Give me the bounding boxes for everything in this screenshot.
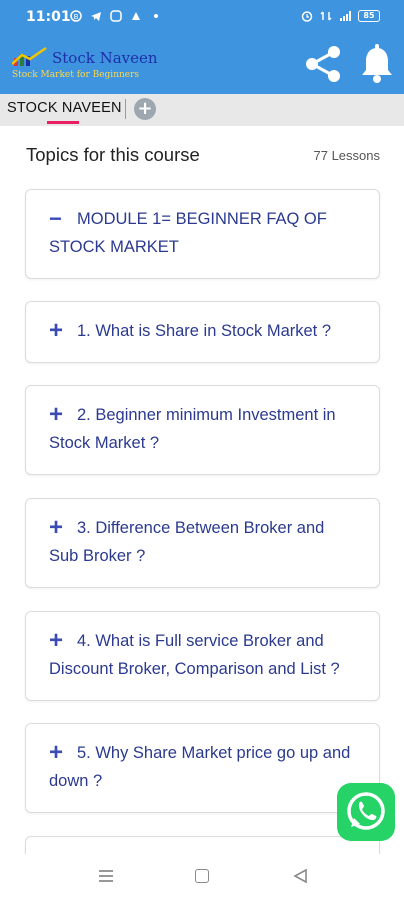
lesson-title-text: +2. Beginner minimum Investment in Stock… [49,401,357,457]
data-icon [320,11,332,21]
lesson-title-text: +5. Why Share Market price go up and dow… [49,739,357,795]
cell-signal-icon [340,11,351,21]
recent-apps-icon[interactable] [98,868,114,884]
module-card[interactable]: − MODULE 1= BEGINNER FAQ OF STOCK MARKET [25,189,380,279]
lesson-card[interactable]: +3. Difference Between Broker and Sub Br… [25,498,380,588]
home-icon[interactable] [195,869,209,883]
tab-divider [125,99,126,119]
course-header: Topics for this course 77 Lessons [26,144,380,166]
share-icon[interactable] [302,42,346,86]
lesson-title-text: +3. Difference Between Broker and Sub Br… [49,514,357,570]
back-icon[interactable] [292,868,308,884]
lessons-count: 77 Lessons [313,148,381,163]
expand-icon: + [49,401,64,428]
battery-icon: 85 [358,10,380,22]
module-title: MODULE 1= BEGINNER FAQ OF STOCK MARKET [49,210,327,256]
lesson-card[interactable]: +4. What is Full service Broker and Disc… [25,611,380,701]
system-nav-bar [0,854,404,900]
alarm-icon [301,11,313,22]
telegram-icon [91,12,101,21]
lesson-title-text: +4. What is Full service Broker and Disc… [49,627,357,683]
app-notification-icon: B [70,10,82,22]
whatsapp-button[interactable] [337,783,395,841]
svg-text:B: B [74,13,79,21]
status-notification-icons: B [70,10,162,22]
expand-icon: + [49,317,64,344]
app-logo: Stock Naveen Stock Market for Beginners [12,44,172,86]
topics-title: Topics for this course [26,144,200,165]
lesson-title: 3. Difference Between Broker and Sub Bro… [49,519,325,565]
lesson-title-text: +1. What is Share in Stock Market ? [49,317,357,345]
lesson-title: 4. What is Full service Broker and Disco… [49,632,340,678]
signal-alert-icon [132,12,140,20]
expand-icon: + [49,739,64,766]
course-content[interactable]: Topics for this course 77 Lessons − MODUL… [8,126,396,854]
collapse-icon: − [49,206,62,231]
vpn-icon [110,10,122,22]
status-system-icons: 85 [301,10,380,22]
lesson-title: 5. Why Share Market price go up and down… [49,744,351,790]
expand-icon: + [49,627,64,654]
bell-icon[interactable] [356,42,398,86]
whatsapp-icon [347,792,385,830]
expand-icon: + [49,514,64,541]
logo-subtitle: Stock Market for Beginners [12,70,140,80]
status-time: 11:01 [26,9,71,25]
tab-stock-naveen[interactable]: STOCK NAVEEN [7,100,122,116]
lesson-card-partial[interactable] [25,836,380,854]
active-tab-indicator [47,121,79,124]
app-bar: Stock Naveen Stock Market for Beginners [0,36,404,94]
dot-icon [154,14,158,18]
lesson-card[interactable]: +5. Why Share Market price go up and dow… [25,723,380,813]
status-bar: 11:01 B 85 [0,0,404,36]
tab-bar: STOCK NAVEEN + [0,94,404,126]
lesson-card[interactable]: +2. Beginner minimum Investment in Stock… [25,385,380,475]
chart-logo-icon [12,46,47,66]
logo-title: Stock Naveen [52,49,158,67]
lesson-title: 1. What is Share in Stock Market ? [77,322,332,340]
lesson-card[interactable]: +1. What is Share in Stock Market ? [25,301,380,363]
add-tab-icon[interactable]: + [134,98,156,120]
lesson-title: 2. Beginner minimum Investment in Stock … [49,406,336,452]
module-title-text: − MODULE 1= BEGINNER FAQ OF STOCK MARKET [49,205,357,261]
